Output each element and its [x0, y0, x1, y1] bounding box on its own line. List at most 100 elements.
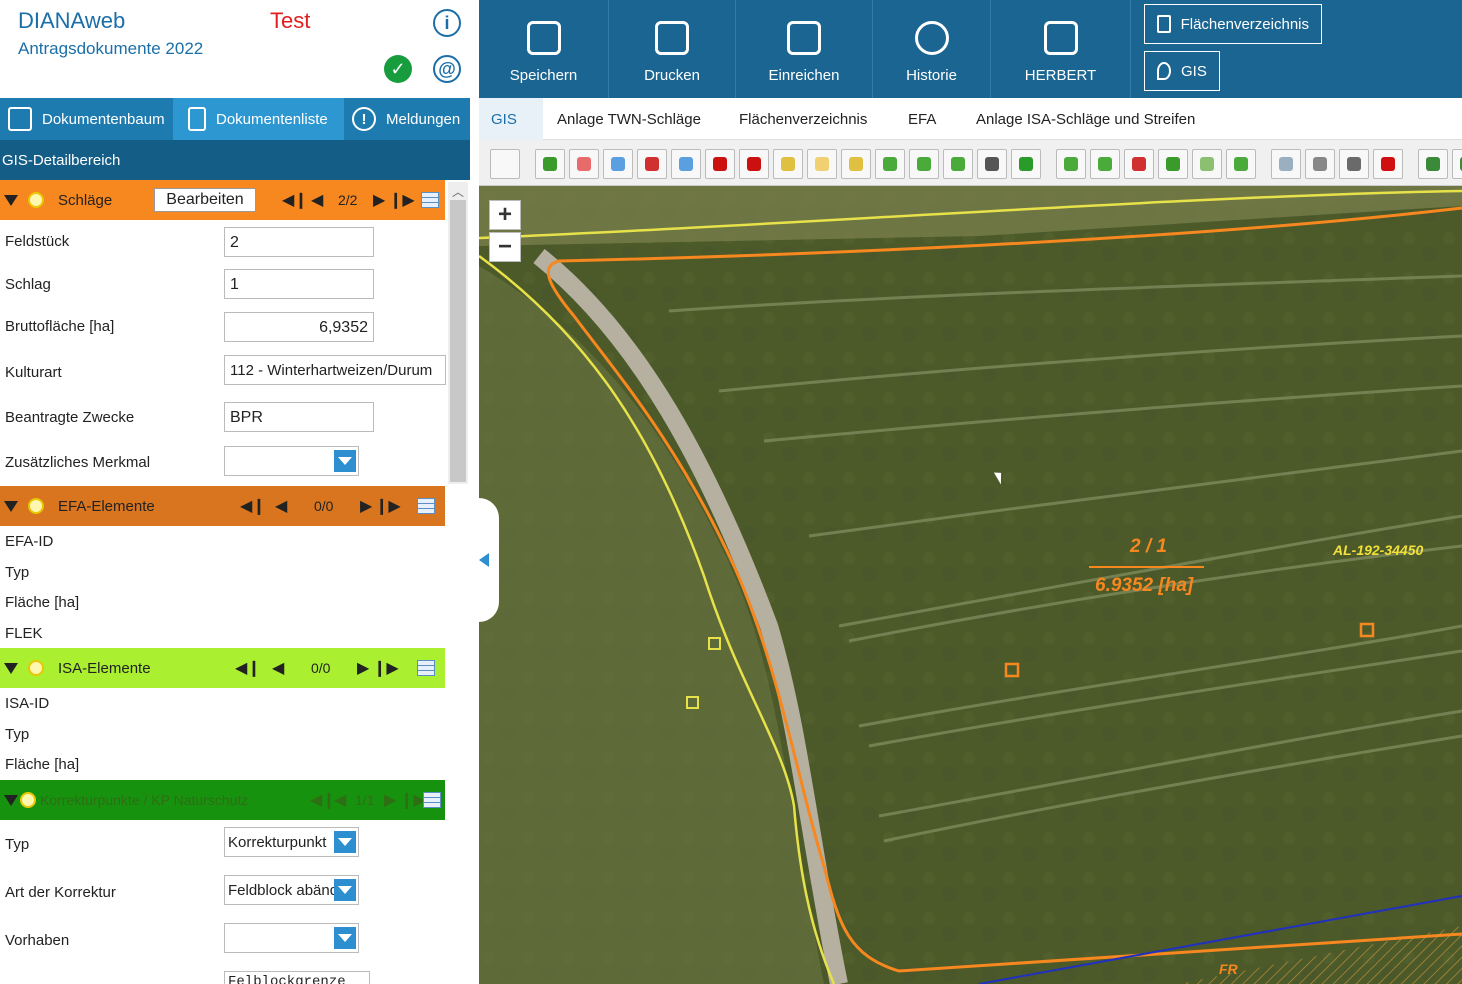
redo-icon[interactable]: [1452, 149, 1462, 179]
bug-icon[interactable]: [705, 149, 735, 179]
next-record-icon[interactable]: ▶: [373, 190, 385, 210]
tab-meldungen[interactable]: ! Meldungen: [344, 98, 470, 140]
map-view[interactable]: + − 2 / 1 6.9352 [ha] AL-192-34450 FR: [479, 186, 1462, 984]
einreichen-button[interactable]: Einreichen: [736, 0, 873, 98]
herbert-button[interactable]: HERBERT: [991, 0, 1131, 98]
panel-splitter[interactable]: [470, 0, 479, 984]
korr-art-select[interactable]: Feldblock abänd: [224, 875, 359, 905]
prev-record-icon[interactable]: ◀: [311, 190, 323, 210]
undo-icon[interactable]: [1418, 149, 1448, 179]
tab-anlage-twn[interactable]: Anlage TWN-Schläge: [557, 98, 701, 140]
at-icon[interactable]: @: [433, 55, 461, 83]
feldstueck-field[interactable]: 2: [224, 227, 374, 257]
kulturart-field[interactable]: 112 - Winterhartweizen/Durum: [224, 355, 446, 385]
zwecke-field[interactable]: BPR: [224, 402, 374, 432]
measure-icon[interactable]: [1192, 149, 1222, 179]
dropdown-arrow-icon[interactable]: [334, 927, 356, 949]
arrow-right-icon[interactable]: [1011, 149, 1041, 179]
prev-record-icon[interactable]: ◀: [272, 658, 284, 678]
prev-record-icon[interactable]: ◀: [334, 790, 346, 810]
split-icon[interactable]: [875, 149, 905, 179]
tab-dokumentenbaum[interactable]: Dokumentenbaum: [0, 98, 174, 140]
tab-flaechenverzeichnis[interactable]: Flächenverzeichnis: [739, 98, 867, 140]
collapse-triangle-icon[interactable]: [4, 794, 18, 806]
section-schlaege[interactable]: Schläge Bearbeiten ◀❙ ◀ 2/2 ▶ ❙▶: [0, 180, 445, 220]
measure-area-icon[interactable]: [1226, 149, 1256, 179]
tab-efa[interactable]: EFA: [908, 98, 936, 140]
zoom-layer-icon[interactable]: [1056, 149, 1086, 179]
first-record-icon[interactable]: ◀❙: [310, 790, 336, 810]
collapse-triangle-icon[interactable]: [4, 662, 18, 674]
collapse-triangle-icon[interactable]: [4, 500, 18, 512]
first-record-icon[interactable]: ◀❙: [282, 190, 308, 210]
tab-dokumentenliste[interactable]: Dokumentenliste: [174, 98, 344, 140]
printer-icon[interactable]: [1305, 149, 1335, 179]
eraser-icon[interactable]: [807, 149, 837, 179]
tab-gis[interactable]: GIS: [479, 98, 543, 140]
last-record-icon[interactable]: ❙▶: [400, 790, 426, 810]
layers-icon[interactable]: [1158, 149, 1188, 179]
gis-button[interactable]: GIS: [1144, 51, 1220, 91]
scroll-up-icon[interactable]: ︿: [452, 183, 464, 200]
prev-record-icon[interactable]: ◀: [275, 496, 287, 516]
polygon-icon[interactable]: [637, 149, 667, 179]
brutto-field[interactable]: 6,9352: [224, 312, 374, 342]
edit-pencil-icon[interactable]: [603, 149, 633, 179]
section-isa[interactable]: ISA-Elemente ◀❙ ◀ 0/0 ▶ ❙▶: [0, 648, 445, 688]
table-icon[interactable]: [417, 660, 435, 676]
historie-button[interactable]: Historie: [873, 0, 991, 98]
collapse-triangle-icon[interactable]: [4, 194, 18, 206]
magnifier-icon[interactable]: [28, 498, 44, 514]
magnet-icon[interactable]: [1373, 149, 1403, 179]
drucken-button[interactable]: Drucken: [609, 0, 736, 98]
korr-typ-select[interactable]: Korrekturpunkt: [224, 827, 359, 857]
add-layer-icon[interactable]: [535, 149, 565, 179]
last-record-icon[interactable]: ❙▶: [373, 658, 399, 678]
tab-anlage-isa[interactable]: Anlage ISA-Schläge und Streifen: [976, 98, 1195, 140]
legend-icon[interactable]: [1339, 149, 1369, 179]
table-icon[interactable]: [417, 498, 435, 514]
scrollbar-thumb[interactable]: [450, 200, 466, 482]
next-record-icon[interactable]: ▶: [357, 658, 369, 678]
magnifier-icon[interactable]: [28, 660, 44, 676]
select-pointer-icon[interactable]: [490, 149, 520, 179]
dropdown-arrow-icon[interactable]: [334, 831, 356, 853]
dropdown-arrow-icon[interactable]: [334, 879, 356, 901]
bearbeiten-button[interactable]: Bearbeiten: [154, 188, 256, 212]
section-efa[interactable]: EFA-Elemente ◀❙ ◀ 0/0 ▶ ❙▶: [0, 486, 445, 526]
last-record-icon[interactable]: ❙▶: [389, 190, 415, 210]
last-record-icon[interactable]: ❙▶: [375, 496, 401, 516]
edit-pencil-icon[interactable]: [841, 149, 871, 179]
korr-vorhaben-select[interactable]: [224, 923, 359, 953]
edit-pencil-icon[interactable]: [773, 149, 803, 179]
layer-down-icon[interactable]: [1124, 149, 1154, 179]
magnifier-icon[interactable]: [20, 792, 36, 808]
speichern-button[interactable]: Speichern: [479, 0, 609, 98]
first-record-icon[interactable]: ◀❙: [235, 658, 261, 678]
first-record-icon[interactable]: ◀❙: [240, 496, 266, 516]
info-icon[interactable]: i: [433, 9, 461, 37]
merkmal-select[interactable]: [224, 446, 359, 476]
edit-pencil-icon[interactable]: [671, 149, 701, 179]
magnifier-icon[interactable]: [28, 192, 44, 208]
trash-icon[interactable]: [977, 149, 1007, 179]
table-icon[interactable]: [423, 792, 441, 808]
move-icon[interactable]: [943, 149, 973, 179]
edit-pencil-icon[interactable]: [569, 149, 599, 179]
zoom-layer-icon[interactable]: [1090, 149, 1120, 179]
check-icon[interactable]: ✓: [384, 55, 412, 83]
schlag-field[interactable]: 1: [224, 269, 374, 299]
house-add-icon[interactable]: [1271, 149, 1301, 179]
merge-icon[interactable]: [909, 149, 939, 179]
zoom-out-button[interactable]: −: [489, 232, 521, 262]
next-record-icon[interactable]: ▶: [360, 496, 372, 516]
zoom-in-button[interactable]: +: [489, 200, 521, 230]
section-korrektur[interactable]: Korrekturpunkte / KP Naturschutz ◀❙ ◀ 1/…: [0, 780, 445, 820]
korr-text-field[interactable]: Felblockgrenze: [224, 971, 370, 984]
collapse-panel-icon[interactable]: [468, 498, 499, 622]
bug-icon[interactable]: [739, 149, 769, 179]
flaechenverzeichnis-button[interactable]: Flächenverzeichnis: [1144, 4, 1322, 44]
dropdown-arrow-icon[interactable]: [334, 450, 356, 472]
table-icon[interactable]: [421, 192, 439, 208]
next-record-icon[interactable]: ▶: [384, 790, 396, 810]
